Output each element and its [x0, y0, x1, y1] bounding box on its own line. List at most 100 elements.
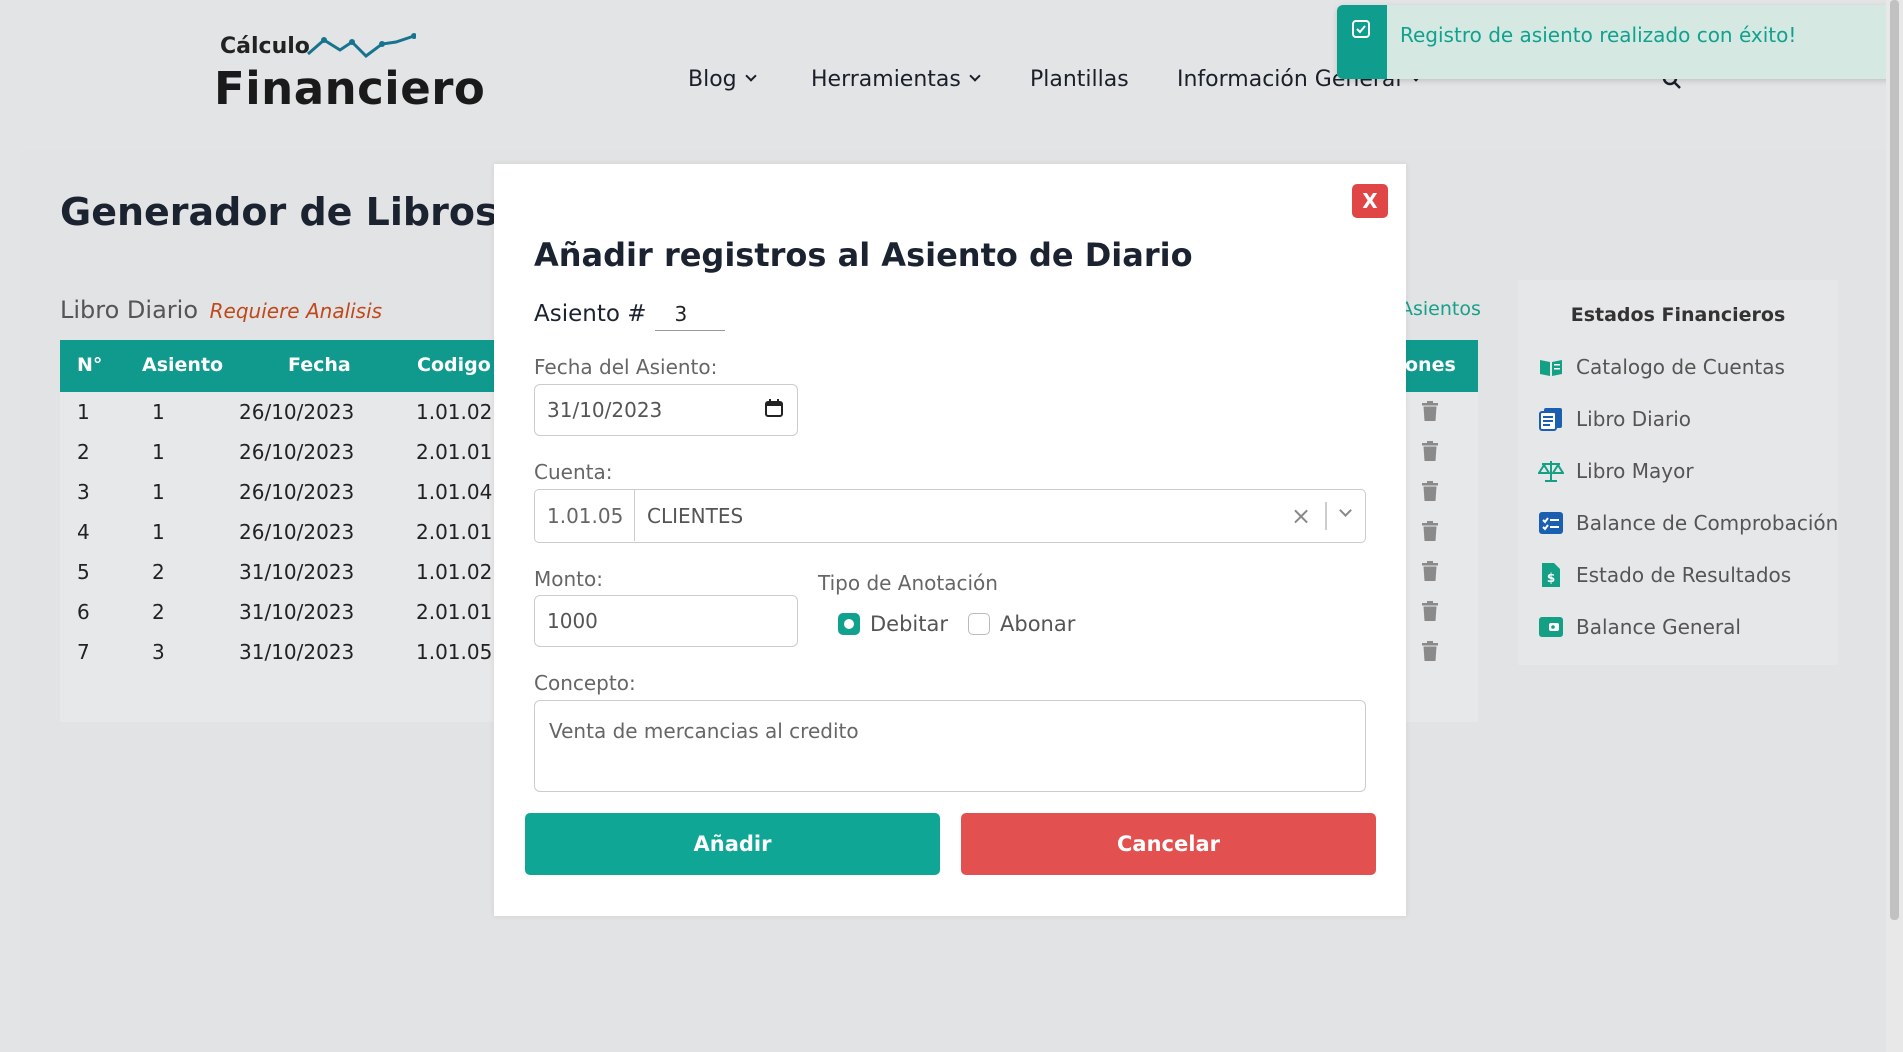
trash-icon[interactable]: [1422, 601, 1438, 621]
row-fecha: 31/10/2023: [239, 640, 355, 664]
nav-herramientas[interactable]: Herramientas: [811, 64, 981, 94]
logo-small-text: Cálculo: [220, 34, 310, 59]
row-num: 7: [77, 640, 90, 664]
asiento-label: Asiento #: [534, 301, 647, 327]
clear-icon[interactable]: ×: [1291, 502, 1311, 530]
chevron-down-icon: [744, 70, 757, 82]
debitar-radio[interactable]: [838, 613, 860, 635]
row-codigo: 2.01.01: [416, 440, 493, 464]
nav-blog[interactable]: Blog: [688, 64, 757, 94]
toast-message: Registro de asiento realizado con éxito!: [1400, 23, 1797, 47]
sidebar-item-balance-general[interactable]: Balance General: [1538, 612, 1741, 642]
sidebar-item-label: Estado de Resultados: [1576, 563, 1792, 587]
concepto-label: Concepto:: [534, 671, 636, 695]
sidebar-item-catalogo[interactable]: Catalogo de Cuentas: [1538, 352, 1785, 382]
fecha-value: 31/10/2023: [547, 398, 663, 422]
row-asiento: 3: [152, 640, 165, 664]
fecha-input[interactable]: 31/10/2023: [534, 384, 798, 436]
asiento-number-input[interactable]: 3: [654, 300, 725, 331]
cuenta-select[interactable]: 1.01.05 CLIENTES ×: [534, 489, 1366, 543]
sidebar-item-estado-resultados[interactable]: $ Estado de Resultados: [1538, 560, 1791, 590]
row-num: 3: [77, 480, 90, 504]
check-square-icon: [1352, 20, 1370, 38]
cancel-button[interactable]: Cancelar: [961, 813, 1376, 875]
nav-plantillas-label: Plantillas: [1030, 66, 1129, 92]
tipo-anotacion-label: Tipo de Anotación: [818, 571, 998, 595]
row-codigo: 1.01.05: [416, 640, 493, 664]
monto-input[interactable]: 1000: [534, 595, 798, 647]
debitar-label: Debitar: [870, 612, 948, 636]
select-separator: [1325, 502, 1327, 530]
sidebar-item-libro-mayor[interactable]: Libro Mayor: [1538, 456, 1694, 486]
page-scrollbar[interactable]: [1886, 0, 1903, 1052]
sidebar-item-label: Balance General: [1576, 615, 1741, 639]
fecha-label: Fecha del Asiento:: [534, 355, 718, 379]
monto-label: Monto:: [534, 567, 603, 591]
invoice-dollar-icon: $: [1542, 563, 1560, 587]
financial-statements-sidebar: Estados Financieros Catalogo de Cuentas …: [1518, 280, 1838, 665]
section-title: Libro Diario: [60, 296, 198, 324]
trash-icon[interactable]: [1422, 481, 1438, 501]
row-asiento: 1: [152, 400, 165, 424]
row-num: 6: [77, 600, 90, 624]
checklist-icon: [1539, 512, 1563, 534]
row-fecha: 26/10/2023: [239, 520, 355, 544]
concepto-textarea[interactable]: Venta de mercancias al credito: [534, 700, 1366, 792]
section-label: Libro Diario Requiere Analisis: [60, 296, 382, 324]
nav-plantillas[interactable]: Plantillas: [1030, 64, 1129, 94]
col-header-num: N°: [77, 354, 103, 376]
row-fecha: 26/10/2023: [239, 480, 355, 504]
scrollbar-thumb[interactable]: [1890, 0, 1899, 920]
add-button[interactable]: Añadir: [525, 813, 940, 875]
row-fecha: 26/10/2023: [239, 400, 355, 424]
col-header-acciones: ones: [1405, 354, 1456, 376]
logo-chart-line-icon: [307, 33, 416, 58]
sidebar-title: Estados Financieros: [1570, 304, 1786, 326]
asientos-link[interactable]: Asientos: [1400, 298, 1481, 320]
success-toast: Registro de asiento realizado con éxito!: [1337, 5, 1897, 79]
row-codigo: 2.01.01: [416, 520, 493, 544]
row-num: 4: [77, 520, 90, 544]
abonar-label: Abonar: [1000, 612, 1076, 636]
sidebar-item-label: Libro Mayor: [1576, 459, 1694, 483]
row-num: 2: [77, 440, 90, 464]
trash-icon[interactable]: [1422, 561, 1438, 581]
cuenta-label: Cuenta:: [534, 460, 613, 484]
row-codigo: 2.01.01: [416, 600, 493, 624]
sidebar-item-balance-comprobacion[interactable]: Balance de Comprobación: [1538, 508, 1838, 538]
journal-icon: [1539, 408, 1562, 431]
logo-big-text: Financiero: [214, 62, 486, 115]
sidebar-item-label: Catalogo de Cuentas: [1576, 355, 1785, 379]
nav-blog-label: Blog: [688, 66, 737, 92]
sidebar-item-label: Libro Diario: [1576, 407, 1691, 431]
trash-icon[interactable]: [1422, 521, 1438, 541]
add-entry-modal: X Añadir registros al Asiento de Diario …: [494, 164, 1406, 916]
calendar-icon[interactable]: [765, 399, 783, 417]
col-header-codigo: Codigo: [417, 354, 491, 376]
chevron-down-icon: [969, 70, 981, 82]
site-logo[interactable]: Cálculo Financiero: [214, 30, 485, 115]
row-codigo: 1.01.02: [416, 560, 493, 584]
row-fecha: 31/10/2023: [239, 560, 355, 584]
chevron-down-icon[interactable]: [1339, 504, 1352, 517]
asiento-number-row: Asiento # 3: [534, 300, 725, 331]
modal-title: Añadir registros al Asiento de Diario: [534, 236, 1193, 274]
abonar-radio[interactable]: [968, 613, 990, 635]
row-asiento: 2: [152, 600, 165, 624]
trash-icon[interactable]: [1422, 441, 1438, 461]
tipo-anotacion-group: Debitar Abonar: [838, 612, 1075, 636]
cuenta-name: CLIENTES: [647, 504, 744, 528]
col-header-fecha: Fecha: [288, 354, 351, 376]
toast-accent-bar: [1337, 5, 1387, 79]
scale-icon: [1538, 461, 1564, 482]
sidebar-item-libro-diario[interactable]: Libro Diario: [1538, 404, 1691, 434]
trash-icon[interactable]: [1422, 401, 1438, 421]
trash-icon[interactable]: [1422, 641, 1438, 661]
svg-text:$: $: [1547, 571, 1555, 585]
modal-close-button[interactable]: X: [1352, 184, 1388, 218]
row-asiento: 2: [152, 560, 165, 584]
row-num: 5: [77, 560, 90, 584]
section-note: Requiere Analisis: [209, 299, 383, 323]
wallet-icon: [1539, 617, 1563, 637]
row-asiento: 1: [152, 480, 165, 504]
